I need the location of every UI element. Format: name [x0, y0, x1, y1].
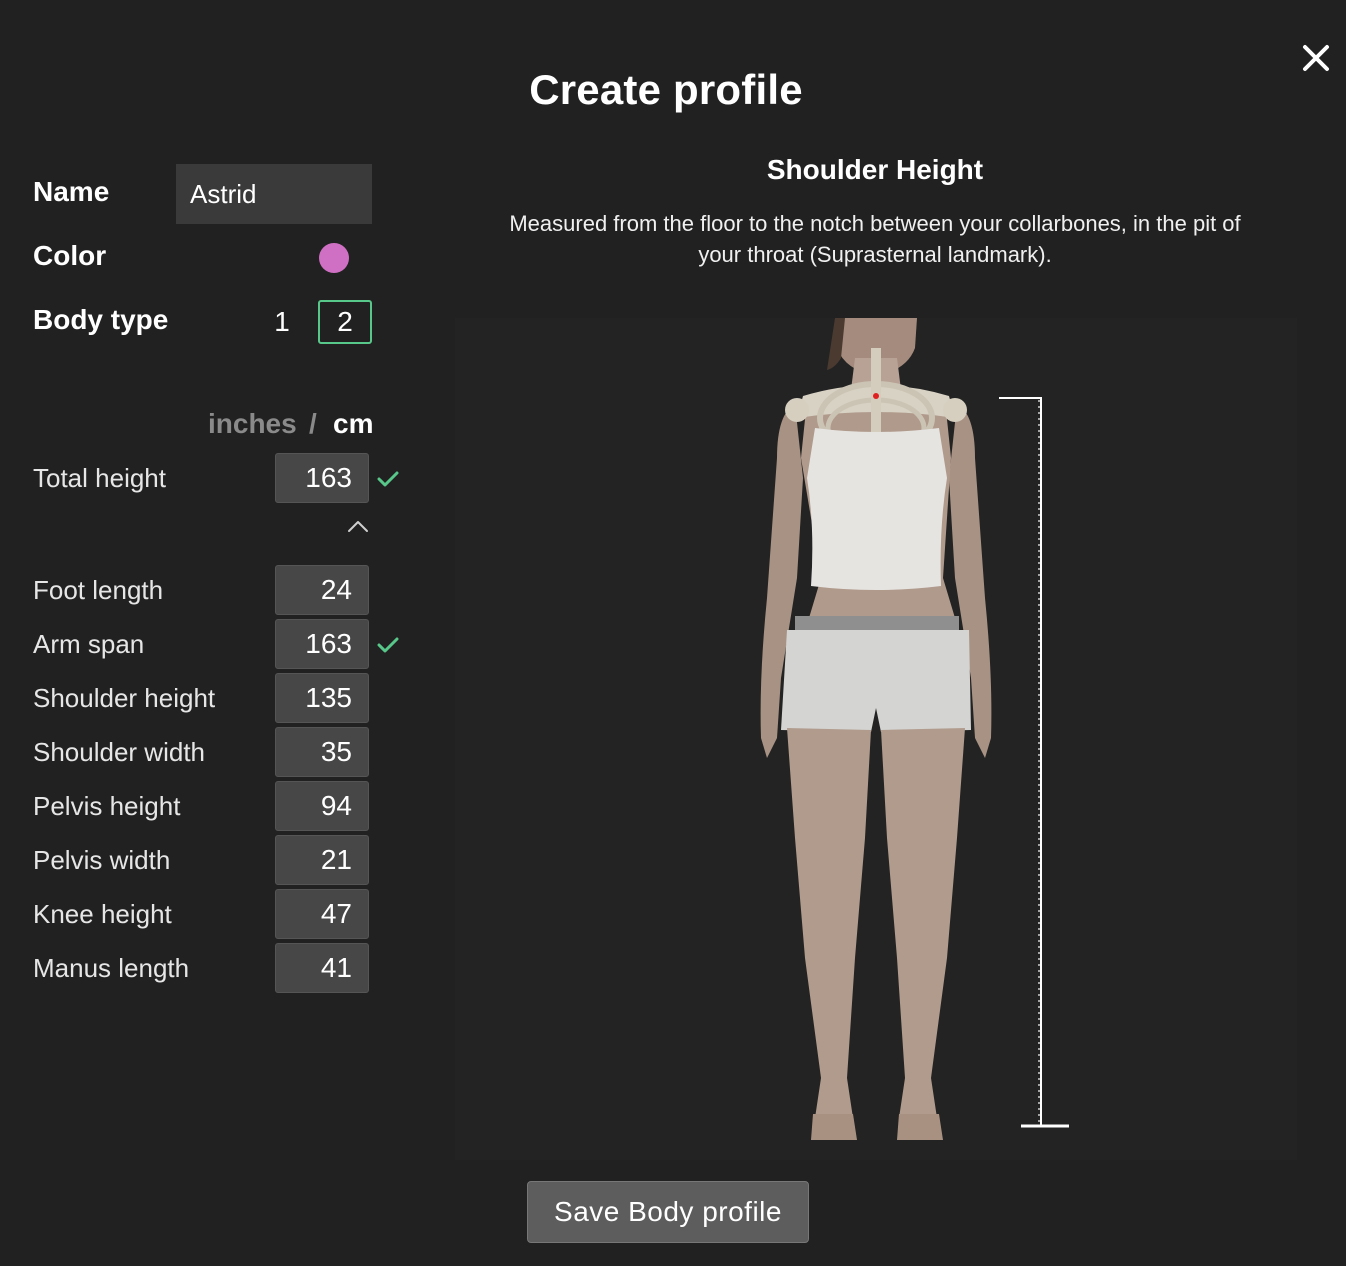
pelvis-width-input[interactable]: 21 — [275, 835, 369, 885]
body-type-option-1[interactable]: 1 — [266, 300, 298, 344]
manus-length-input[interactable]: 41 — [275, 943, 369, 993]
body-model-figure — [760, 318, 1069, 1140]
body-type-label: Body type — [33, 304, 169, 335]
body-model-viewer — [455, 318, 1297, 1160]
foot-length-input[interactable]: 24 — [275, 565, 369, 615]
name-input[interactable] — [176, 164, 372, 224]
save-body-profile-button[interactable]: Save Body profile — [527, 1181, 809, 1243]
shoulder-width-label: Shoulder width — [33, 737, 205, 767]
knee-height-label: Knee height — [33, 899, 172, 929]
check-icon — [377, 471, 399, 487]
shoulder-height-label: Shoulder height — [33, 683, 216, 713]
pelvis-width-label: Pelvis width — [33, 845, 171, 875]
total-height-input[interactable]: 163 — [275, 453, 369, 503]
measurement-info-description: Measured from the floor to the notch bet… — [509, 211, 1241, 267]
chevron-up-icon[interactable] — [346, 518, 370, 534]
dialog-title: Create profile — [529, 66, 803, 113]
unit-cm-toggle[interactable]: cm — [333, 408, 373, 440]
color-swatch[interactable] — [319, 243, 349, 273]
pelvis-height-label: Pelvis height — [33, 791, 181, 821]
close-icon[interactable] — [1298, 40, 1334, 76]
pelvis-height-input[interactable]: 94 — [275, 781, 369, 831]
color-label: Color — [33, 240, 107, 271]
check-icon — [377, 637, 399, 653]
shoulder-width-input[interactable]: 35 — [275, 727, 369, 777]
manus-length-label: Manus length — [33, 953, 190, 983]
arm-span-label: Arm span — [33, 629, 145, 659]
knee-height-input[interactable]: 47 — [275, 889, 369, 939]
shoulder-height-input[interactable]: 135 — [275, 673, 369, 723]
unit-separator: / — [309, 408, 317, 439]
measurement-info-title: Shoulder Height — [766, 154, 984, 185]
foot-length-label: Foot length — [33, 575, 164, 605]
name-label: Name — [33, 176, 110, 207]
arm-span-input[interactable]: 163 — [275, 619, 369, 669]
total-height-label: Total height — [33, 463, 166, 493]
body-type-option-2[interactable]: 2 — [318, 300, 372, 344]
unit-inches-toggle[interactable]: inches — [208, 408, 297, 440]
